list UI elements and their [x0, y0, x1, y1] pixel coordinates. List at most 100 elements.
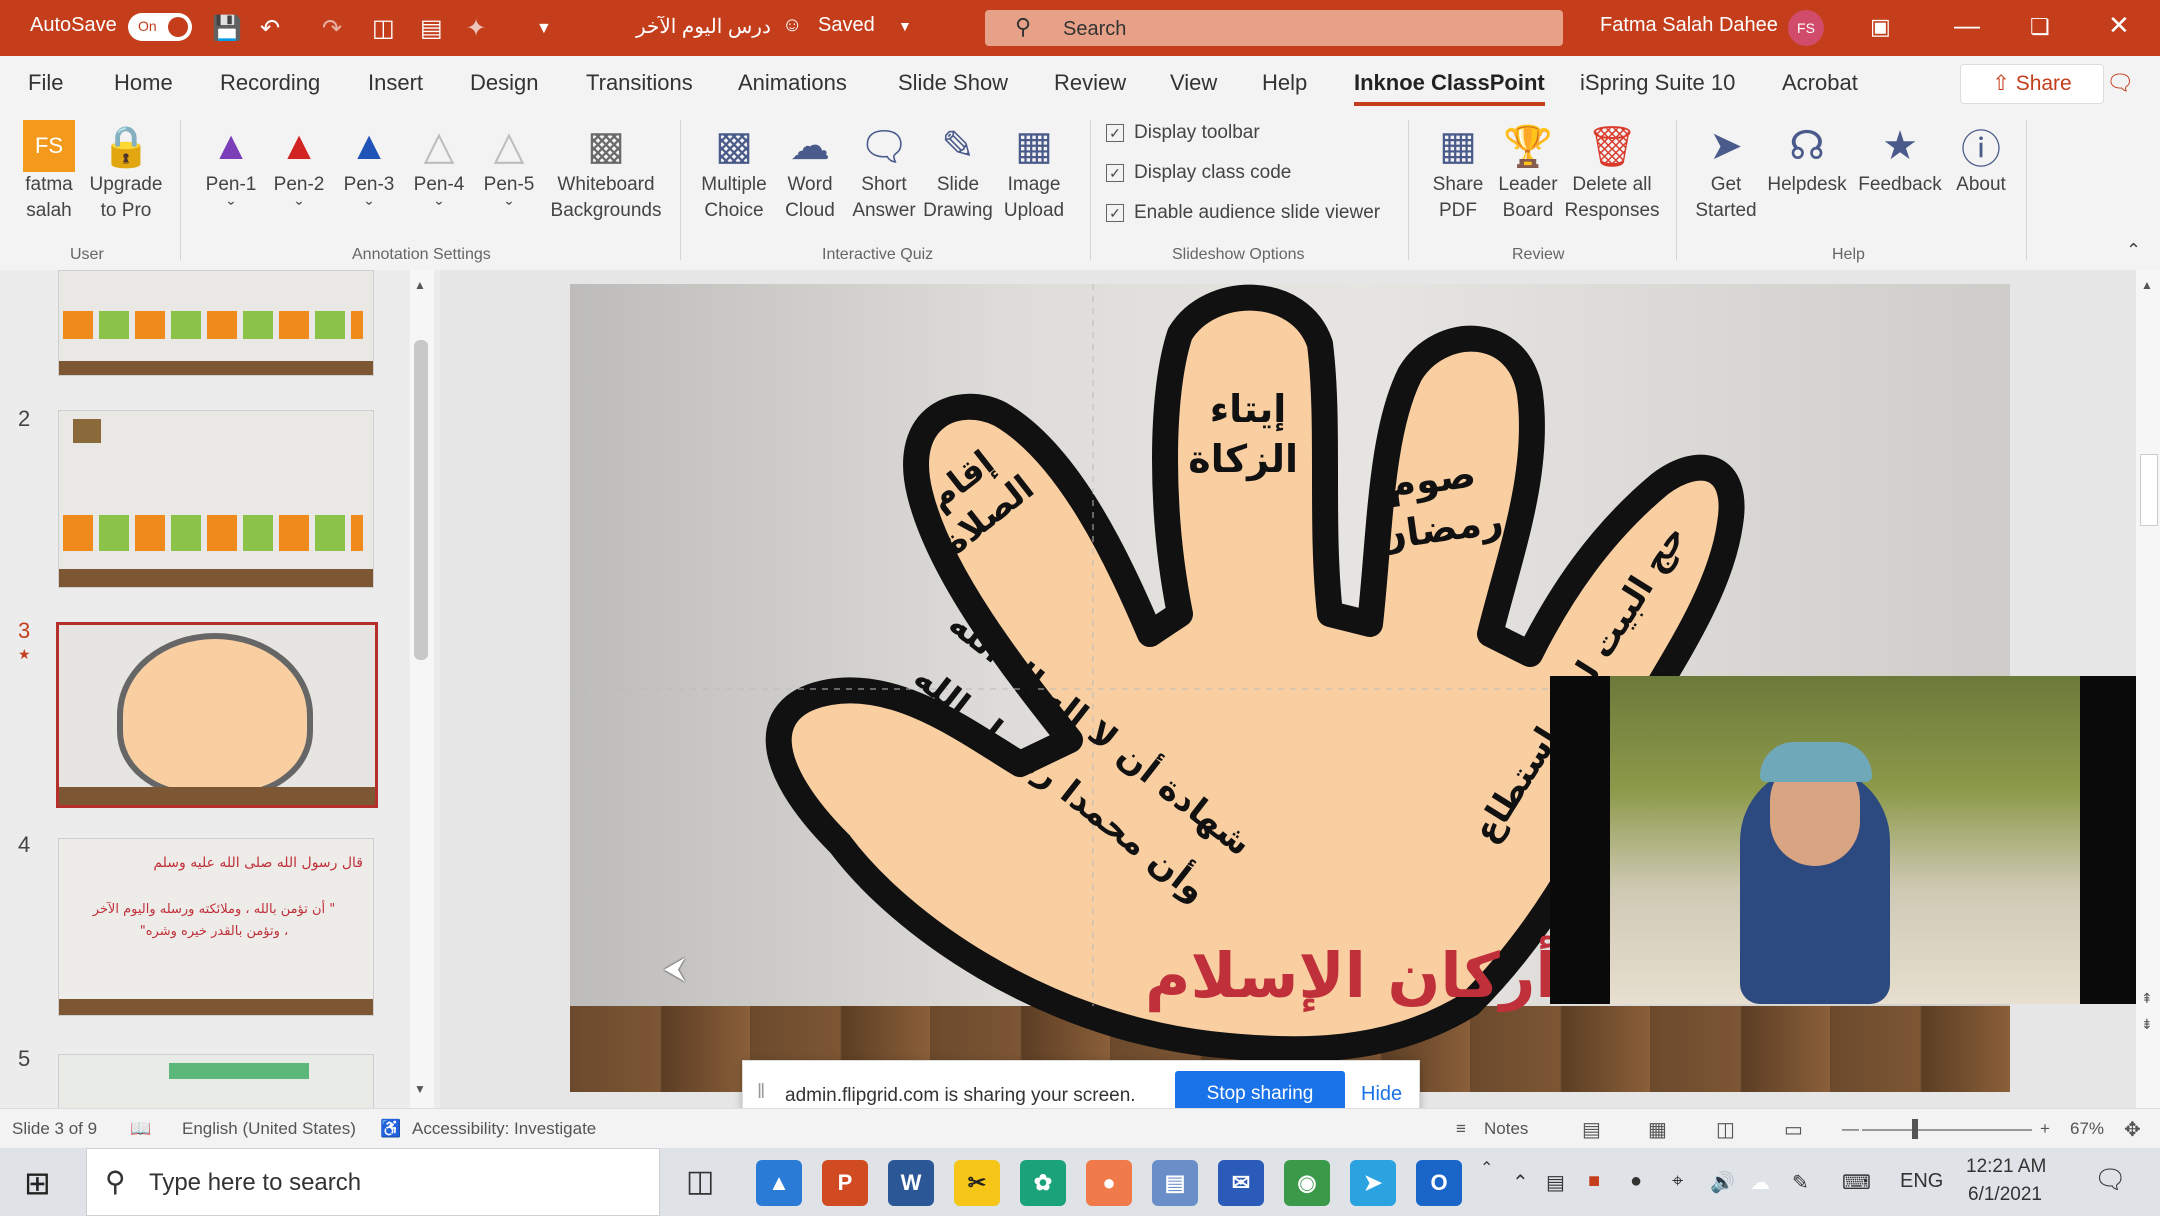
scroll-thumb[interactable] — [2140, 454, 2158, 526]
word-cloud-button[interactable]: ☁ Word Cloud — [772, 112, 848, 224]
windows-start-icon[interactable]: ⊞ — [24, 1164, 51, 1202]
tab-inknoe-classpoint[interactable]: Inknoe ClassPoint — [1354, 70, 1545, 106]
autosave-toggle[interactable]: On — [128, 13, 192, 41]
recording-app-icon[interactable]: ● — [1086, 1160, 1132, 1206]
enable-audience-slide-viewer-checkbox[interactable]: ✓ Enable audience slide viewer — [1106, 202, 1380, 224]
language-indicator[interactable]: ENG — [1900, 1170, 1943, 1193]
tab-file[interactable]: File — [28, 70, 63, 96]
reading-view-icon[interactable]: ◫ — [1716, 1117, 1735, 1142]
show-hidden-icons-icon[interactable]: ⌃ — [1512, 1170, 1529, 1195]
tab-ispring-suite[interactable]: iSpring Suite 10 — [1580, 70, 1735, 96]
customize-toolbar-icon[interactable]: ▼ — [536, 20, 552, 38]
pen-4-button[interactable]: △ Pen-4 ˇ — [404, 112, 474, 224]
powerpoint-app-icon[interactable]: P — [822, 1160, 868, 1206]
start-from-beginning-icon[interactable]: ▤ — [420, 14, 443, 43]
tab-slide-show[interactable]: Slide Show — [898, 70, 1008, 96]
snipping-tool-icon[interactable]: ✂ — [954, 1160, 1000, 1206]
volume-icon[interactable]: 🔊 — [1710, 1170, 1735, 1195]
tab-recording[interactable]: Recording — [220, 70, 320, 96]
thumbnail-scrollbar[interactable]: ▲ ▼ — [410, 270, 434, 1108]
tab-insert[interactable]: Insert — [368, 70, 423, 96]
tray-scroll-up-icon[interactable]: ⌃ — [1480, 1158, 1493, 1178]
taskbar-search-box[interactable]: ⚲ Type here to search — [86, 1148, 660, 1216]
slide-sorter-icon[interactable]: ▦ — [1648, 1117, 1667, 1142]
feedback-button[interactable]: ★ Feedback — [1854, 112, 1946, 198]
search-box[interactable]: ⚲ Search — [985, 10, 1563, 46]
undo-icon[interactable]: ↶ — [260, 14, 280, 43]
tab-view[interactable]: View — [1170, 70, 1217, 96]
pen-tray-icon[interactable]: ✎ — [1792, 1170, 1809, 1195]
document-title[interactable]: درس اليوم الآخر — [636, 14, 771, 39]
clock-time[interactable]: 12:21 AM — [1966, 1156, 2046, 1178]
task-view-icon[interactable]: ◫ — [686, 1164, 714, 1199]
whiteboard-backgrounds-button[interactable]: ▩ Whiteboard Backgrounds — [544, 112, 668, 224]
tab-transitions[interactable]: Transitions — [586, 70, 693, 96]
share-button[interactable]: ⇧ Share — [1960, 64, 2104, 104]
scroll-down-icon[interactable]: ▼ — [414, 1082, 426, 1096]
accessibility-status[interactable]: Accessibility: Investigate — [412, 1119, 596, 1139]
onedrive-icon[interactable]: ☁ — [1750, 1170, 1770, 1195]
normal-view-icon[interactable]: ▤ — [1582, 1117, 1601, 1142]
outlook-app-icon[interactable]: O — [1416, 1160, 1462, 1206]
image-upload-button[interactable]: ▦ Image Upload — [994, 112, 1074, 224]
notes-button[interactable]: Notes — [1484, 1119, 1528, 1139]
telegram-app-icon[interactable]: ➤ — [1350, 1160, 1396, 1206]
pen-2-button[interactable]: ▲ Pen-2 ˇ — [264, 112, 334, 224]
multiple-choice-button[interactable]: ▩ Multiple Choice — [696, 112, 772, 224]
accessibility-icon[interactable]: ♿ — [380, 1119, 401, 1139]
pen-quick-icon[interactable]: ✦ — [466, 14, 486, 43]
close-icon[interactable]: ✕ — [2108, 10, 2130, 41]
display-class-code-checkbox[interactable]: ✓ Display class code — [1106, 162, 1291, 184]
present-icon[interactable]: ◫ — [372, 14, 395, 43]
editor-scrollbar[interactable]: ▲ ⇞ ⇟ — [2136, 270, 2160, 1108]
hide-button[interactable]: Hide — [1361, 1083, 1402, 1106]
leaderboard-button[interactable]: 🏆 Leader Board — [1490, 112, 1566, 224]
slide-thumbnail-1[interactable] — [58, 270, 374, 376]
fatma-salah-button[interactable]: FS fatma salah — [14, 112, 84, 224]
word-app-icon[interactable]: W — [888, 1160, 934, 1206]
file-app-icon[interactable]: ▤ — [1152, 1160, 1198, 1206]
microphone-tray-icon[interactable]: ● — [1630, 1170, 1642, 1193]
zoom-slider-thumb[interactable] — [1912, 1119, 1918, 1139]
chrome-app-icon[interactable]: ◉ — [1284, 1160, 1330, 1206]
tab-home[interactable]: Home — [114, 70, 173, 96]
tab-review[interactable]: Review — [1054, 70, 1126, 96]
app-tray-icon[interactable]: ■ — [1588, 1170, 1600, 1193]
zoom-slider[interactable] — [1862, 1129, 2032, 1131]
mail-app-icon[interactable]: ✉ — [1218, 1160, 1264, 1206]
user-avatar[interactable]: FS — [1788, 10, 1824, 46]
slide-thumbnail-3-selected[interactable] — [56, 622, 378, 808]
scroll-up-icon[interactable]: ▲ — [2141, 278, 2153, 292]
save-icon[interactable]: 💾 — [212, 14, 242, 43]
comments-icon[interactable]: 🗨 — [2098, 64, 2142, 102]
user-name[interactable]: Fatma Salah Dahee — [1600, 14, 1778, 37]
ribbon-display-options-icon[interactable]: ▣ — [1870, 14, 1891, 40]
tab-help[interactable]: Help — [1262, 70, 1307, 96]
slideshow-view-icon[interactable]: ▭ — [1784, 1117, 1803, 1142]
saved-chevron-icon[interactable]: ▼ — [898, 18, 912, 34]
next-slide-icon[interactable]: ⇟ — [2141, 1016, 2153, 1033]
short-answer-button[interactable]: 🗨 Short Answer — [846, 112, 922, 224]
zoom-level[interactable]: 67% — [2070, 1119, 2104, 1139]
pen-1-button[interactable]: ▲ Pen-1 ˇ — [196, 112, 266, 224]
restore-icon[interactable]: ❏ — [2030, 14, 2050, 40]
tab-design[interactable]: Design — [470, 70, 538, 96]
tab-animations[interactable]: Animations — [738, 70, 847, 96]
helpdesk-button[interactable]: ☊ Helpdesk — [1762, 112, 1852, 198]
redo-icon[interactable]: ↷ — [322, 14, 342, 43]
minimize-icon[interactable]: — — [1954, 10, 1980, 41]
spelling-icon[interactable]: 📖 — [130, 1119, 151, 1139]
zoom-out-icon[interactable]: — — [1842, 1119, 1859, 1139]
tab-acrobat[interactable]: Acrobat — [1782, 70, 1858, 96]
get-started-button[interactable]: ➤ Get Started — [1692, 112, 1760, 224]
slide-thumbnail-4[interactable]: قال رسول الله صلى الله عليه وسلم " أن تؤ… — [58, 838, 374, 1016]
saved-status[interactable]: Saved — [818, 14, 875, 37]
printer-tray-icon[interactable]: ▤ — [1546, 1170, 1565, 1195]
notifications-icon[interactable]: 🗨 — [2094, 1164, 2127, 1195]
delete-all-responses-button[interactable]: 🗑 Delete all Responses — [1562, 112, 1662, 224]
scroll-up-icon[interactable]: ▲ — [414, 278, 426, 292]
notes-icon[interactable]: ≡ — [1456, 1119, 1466, 1139]
language-indicator[interactable]: English (United States) — [182, 1119, 356, 1139]
chatgpt-app-icon[interactable]: ✿ — [1020, 1160, 1066, 1206]
upgrade-to-pro-button[interactable]: 🔒 Upgrade to Pro — [86, 112, 166, 224]
